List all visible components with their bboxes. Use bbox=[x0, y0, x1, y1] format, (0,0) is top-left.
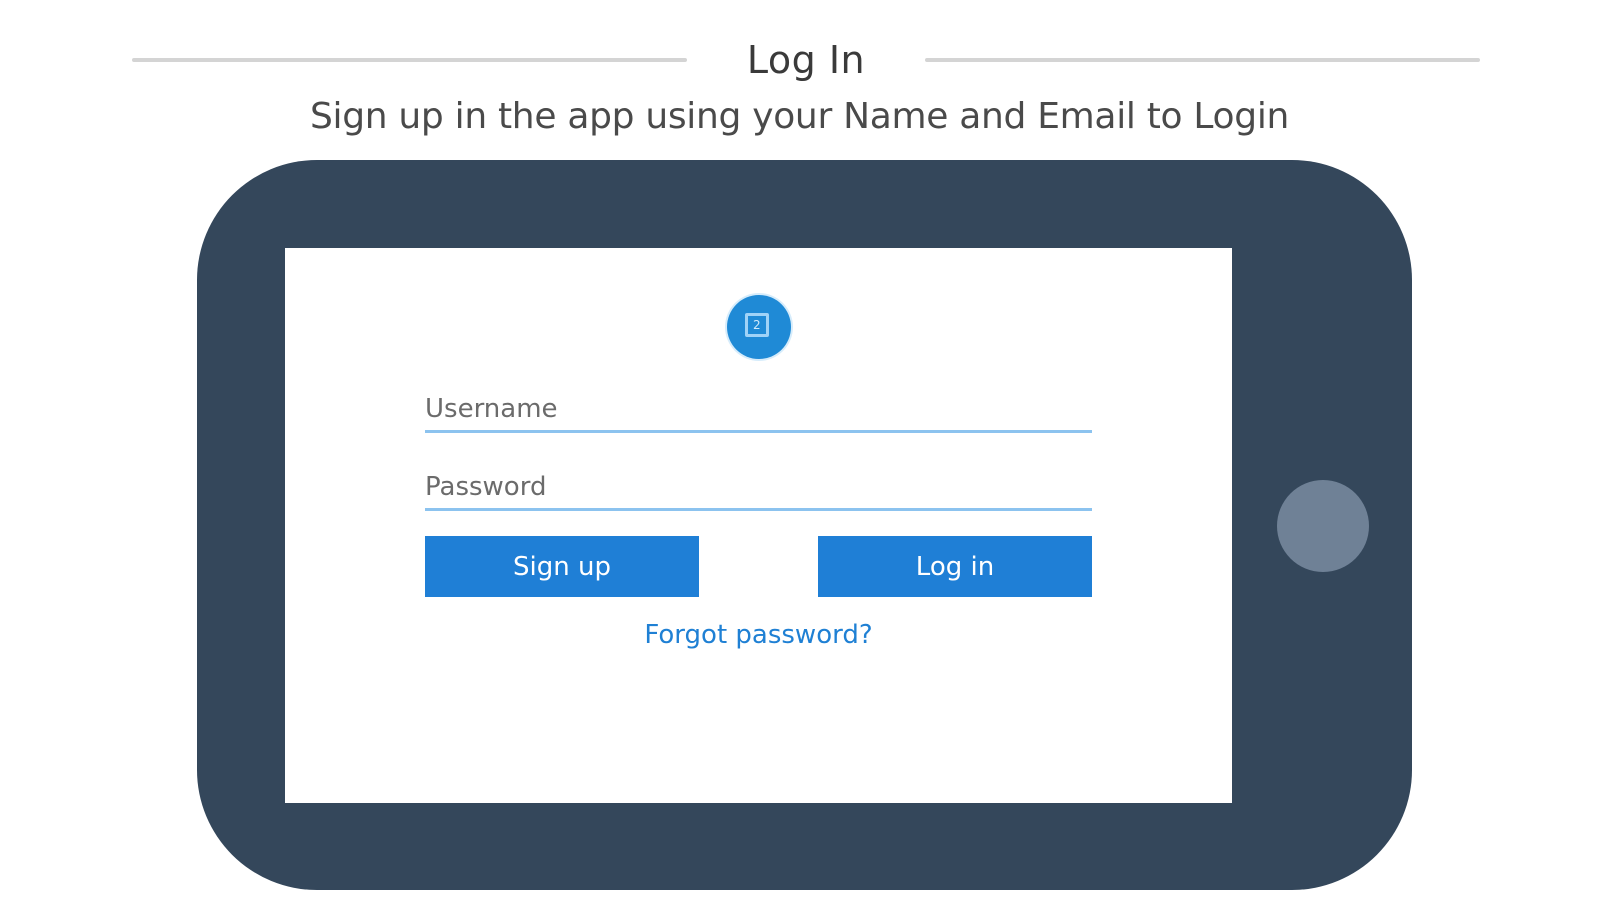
home-button-icon[interactable] bbox=[1277, 480, 1369, 572]
heading-row: Log In bbox=[0, 30, 1599, 90]
phone-screen: 2 Sign up Log in Forgot password? bbox=[285, 248, 1232, 803]
username-input[interactable] bbox=[425, 394, 1092, 424]
page-title: Log In bbox=[746, 38, 866, 82]
password-input[interactable] bbox=[425, 472, 1092, 502]
phone-device: 2 Sign up Log in Forgot password? bbox=[197, 160, 1412, 890]
divider-left bbox=[132, 58, 687, 62]
username-field bbox=[425, 380, 1092, 433]
logo-glyph: 2 bbox=[753, 318, 761, 332]
page: Log In Sign up in the app using your Nam… bbox=[0, 0, 1599, 900]
password-field bbox=[425, 458, 1092, 511]
log-in-button[interactable]: Log in bbox=[818, 536, 1092, 597]
logo-inner-square: 2 bbox=[745, 313, 769, 337]
app-logo-icon: 2 bbox=[727, 295, 791, 359]
sign-up-button[interactable]: Sign up bbox=[425, 536, 699, 597]
page-subtitle: Sign up in the app using your Name and E… bbox=[309, 96, 1290, 137]
forgot-password-link[interactable]: Forgot password? bbox=[425, 620, 1092, 650]
divider-right bbox=[925, 58, 1480, 62]
